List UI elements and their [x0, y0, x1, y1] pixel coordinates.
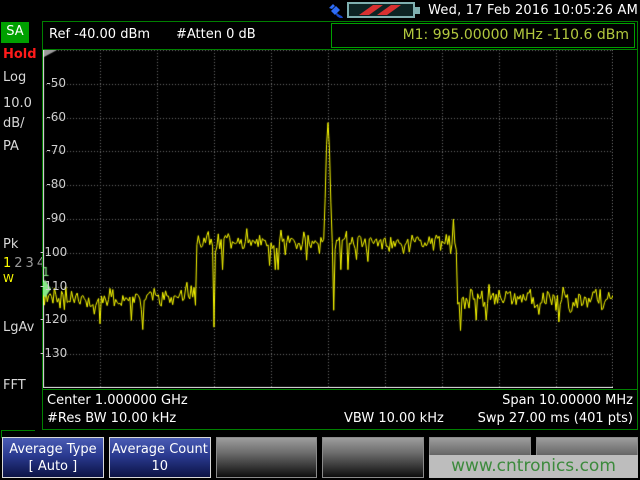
- softkey-label: Average Count: [110, 441, 210, 458]
- softkey-blank-4[interactable]: [322, 437, 424, 478]
- video-bandwidth-readout: VBW 10.00 kHz: [344, 411, 444, 426]
- ref-level-readout: Ref -40.00 dBm: [49, 27, 150, 42]
- scale-per-div-value: 10.0: [3, 96, 32, 111]
- battery-charging-icon: [347, 2, 421, 19]
- scale-per-div-unit: dB/: [3, 116, 25, 131]
- preamp-status: PA: [3, 139, 19, 154]
- softkey-value: 10: [110, 458, 210, 475]
- fft-mode-status: FFT: [3, 378, 26, 393]
- y-tick-label: -110: [40, 279, 66, 293]
- span-readout: Span 10.00000 MHz: [502, 393, 633, 408]
- softkey-label: Average Type: [3, 441, 103, 458]
- clock-datetime: Wed, 17 Feb 2016 10:05:26 AM: [428, 3, 638, 18]
- ac-power-icon: [327, 3, 344, 19]
- softkey-value: [ Auto ]: [3, 458, 103, 475]
- attenuation-readout: #Atten 0 dB: [176, 27, 256, 42]
- average-type-status: LgAv: [3, 320, 34, 335]
- y-tick-label: -60: [40, 110, 66, 124]
- mode-badge-sa[interactable]: SA: [1, 22, 29, 43]
- trace-number-active: 1: [3, 256, 14, 271]
- instrument-screen: Wed, 17 Feb 2016 10:05:26 AM SA Hold Log…: [0, 0, 640, 480]
- graticule-box: [42, 49, 638, 390]
- sweep-hold-status: Hold: [3, 47, 37, 62]
- scale-type-label: Log: [3, 70, 26, 85]
- softkey-average-count[interactable]: Average Count 10: [109, 437, 211, 478]
- y-tick-label: -130: [40, 346, 66, 360]
- resolution-bandwidth-readout: #Res BW 10.00 kHz: [47, 411, 176, 426]
- sweep-time-readout: Swp 27.00 ms (401 pts): [478, 411, 633, 426]
- y-tick-label: -100: [40, 245, 66, 259]
- trace-write-mode-label: W: [3, 272, 14, 285]
- center-frequency-readout: Center 1.000000 GHz: [47, 393, 188, 408]
- bottom-annotation-box: Center 1.000000 GHz Span 10.00000 MHz #R…: [42, 389, 638, 430]
- marker1-readout: M1: 995.00000 MHz -110.6 dBm: [331, 23, 635, 48]
- site-watermark: www.cntronics.com: [429, 455, 638, 478]
- y-tick-label: -50: [40, 76, 66, 90]
- y-tick-label: -90: [40, 211, 66, 225]
- y-tick-label: -120: [40, 312, 66, 326]
- softkey-average-type[interactable]: Average Type [ Auto ]: [2, 437, 104, 478]
- y-tick-label: -70: [40, 143, 66, 157]
- softkey-blank-3[interactable]: [216, 437, 318, 478]
- detector-peak-label: Pk: [3, 237, 18, 252]
- y-tick-label: -80: [40, 177, 66, 191]
- spectrum-canvas: [43, 50, 613, 388]
- top-annotation-box: Ref -40.00 dBm #Atten 0 dB M1: 995.00000…: [42, 21, 638, 50]
